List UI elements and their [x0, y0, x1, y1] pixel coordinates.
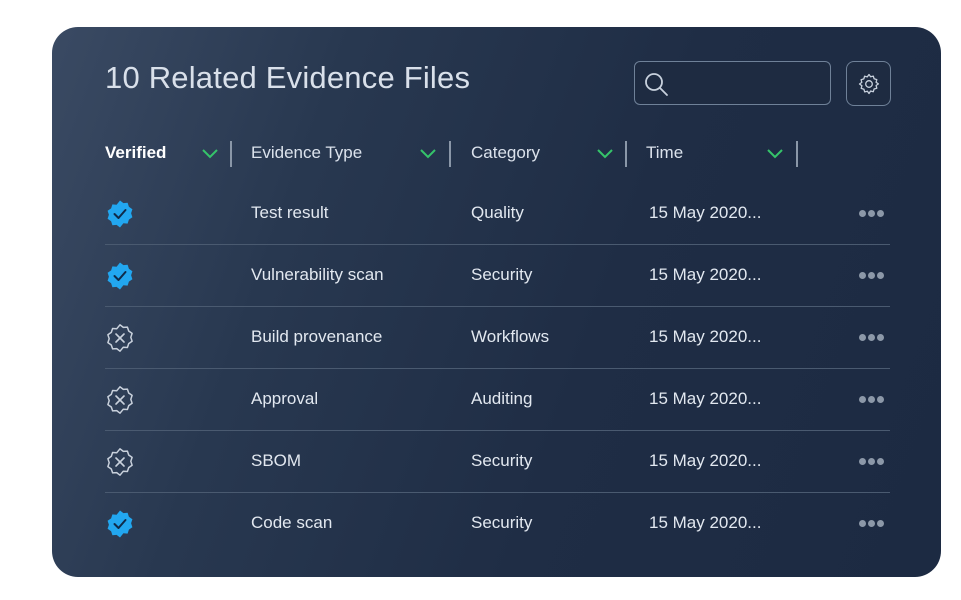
more-options-icon[interactable]: [859, 204, 891, 218]
column-divider[interactable]: [449, 141, 451, 167]
column-label: Evidence Type: [251, 143, 363, 162]
chevron-down-icon[interactable]: [766, 148, 784, 160]
evidence-type-cell: Build provenance: [251, 327, 383, 346]
column-label: Verified: [105, 143, 167, 162]
chevron-down-icon[interactable]: [596, 148, 614, 160]
time-cell: 15 May 2020...: [649, 327, 762, 346]
unverified-badge-icon: [107, 448, 133, 476]
more-dot: [868, 520, 875, 527]
column-label: Category: [471, 143, 540, 162]
chevron-down-icon[interactable]: [419, 148, 437, 160]
more-dot: [877, 334, 884, 341]
evidence-files-card: 10 Related Evidence Files Verified Evide…: [52, 27, 941, 577]
page-title: 10 Related Evidence Files: [105, 60, 471, 95]
more-dot: [859, 272, 866, 279]
verified-badge-icon: [107, 262, 133, 290]
table-row[interactable]: SBOM Security 15 May 2020...: [105, 431, 890, 493]
evidence-type-cell: Code scan: [251, 513, 333, 532]
more-dot: [877, 396, 884, 403]
evidence-table: Test result Quality 15 May 2020... Vulnera…: [105, 183, 890, 555]
evidence-type-cell: Vulnerability scan: [251, 265, 384, 284]
evidence-type-cell: Test result: [251, 203, 329, 222]
column-header-verified[interactable]: Verified: [105, 139, 233, 169]
more-options-icon[interactable]: [859, 266, 891, 280]
more-options-icon[interactable]: [859, 390, 891, 404]
verified-badge-icon: [107, 510, 133, 538]
column-label: Time: [646, 143, 684, 162]
column-divider[interactable]: [625, 141, 627, 167]
category-cell: Security: [471, 265, 533, 284]
more-dot: [859, 520, 866, 527]
settings-button[interactable]: [846, 61, 891, 106]
more-dot: [868, 396, 875, 403]
more-dot: [859, 210, 866, 217]
time-cell: 15 May 2020...: [649, 203, 762, 222]
search-box[interactable]: [634, 61, 831, 105]
time-cell: 15 May 2020...: [649, 451, 762, 470]
more-dot: [868, 458, 875, 465]
table-row[interactable]: Code scan Security 15 May 2020...: [105, 493, 890, 555]
more-dot: [877, 272, 884, 279]
category-cell: Security: [471, 451, 533, 470]
evidence-type-cell: Approval: [251, 389, 319, 408]
category-cell: Security: [471, 513, 533, 532]
category-cell: Quality: [471, 203, 524, 222]
evidence-type-cell: SBOM: [251, 451, 302, 470]
more-options-icon[interactable]: [859, 452, 891, 466]
more-options-icon[interactable]: [859, 328, 891, 342]
column-divider[interactable]: [796, 141, 798, 167]
more-dot: [877, 458, 884, 465]
more-dot: [859, 458, 866, 465]
search-icon: [645, 73, 668, 96]
category-cell: Auditing: [471, 389, 533, 408]
column-header-evidence-type[interactable]: Evidence Type: [251, 139, 505, 169]
column-header-time[interactable]: Time: [646, 139, 856, 169]
more-dot: [877, 210, 884, 217]
time-cell: 15 May 2020...: [649, 265, 762, 284]
category-cell: Workflows: [471, 327, 550, 346]
table-row[interactable]: Approval Auditing 15 May 2020...: [105, 369, 890, 431]
more-dot: [859, 396, 866, 403]
table-row[interactable]: Build provenance Workflows 15 May 2020...: [105, 307, 890, 369]
more-options-icon[interactable]: [859, 514, 891, 528]
more-dot: [859, 334, 866, 341]
more-dot: [868, 210, 875, 217]
table-row[interactable]: Vulnerability scan Security 15 May 2020...: [105, 245, 890, 307]
time-cell: 15 May 2020...: [649, 513, 762, 532]
chevron-down-icon[interactable]: [201, 148, 219, 160]
more-dot: [877, 520, 884, 527]
table-row[interactable]: Test result Quality 15 May 2020...: [105, 183, 890, 245]
column-divider[interactable]: [230, 141, 232, 167]
unverified-badge-icon: [107, 386, 133, 414]
time-cell: 15 May 2020...: [649, 389, 762, 408]
search-input[interactable]: [675, 69, 827, 99]
more-dot: [868, 334, 875, 341]
unverified-badge-icon: [107, 324, 133, 352]
more-dot: [868, 272, 875, 279]
gear-icon: [858, 73, 880, 95]
verified-badge-icon: [107, 200, 133, 228]
table-header: Verified Evidence Type Category Time: [105, 139, 895, 169]
